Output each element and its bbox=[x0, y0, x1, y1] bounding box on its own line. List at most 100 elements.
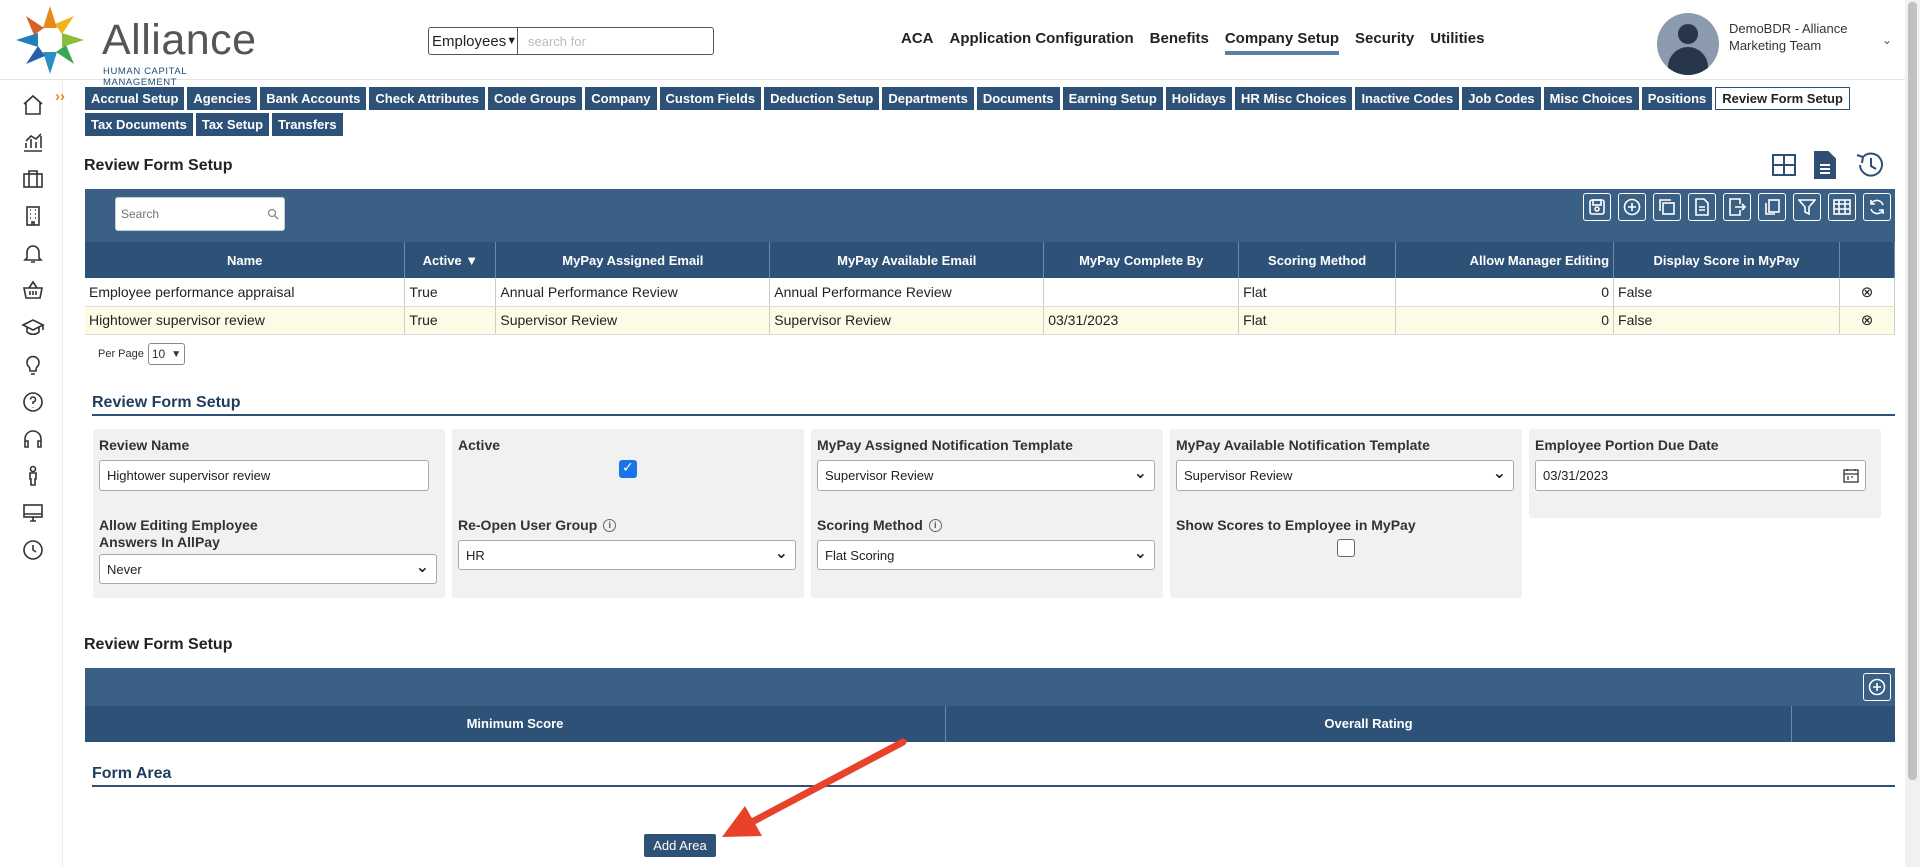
search-input[interactable] bbox=[518, 27, 714, 55]
tab-transfers[interactable]: Transfers bbox=[272, 113, 343, 136]
refresh-button[interactable] bbox=[1863, 193, 1891, 221]
scrollbar-thumb[interactable] bbox=[1908, 2, 1917, 780]
add-button[interactable] bbox=[1618, 193, 1646, 221]
monitor-icon[interactable] bbox=[20, 500, 46, 526]
cell-scoring-method: Flat bbox=[1238, 306, 1397, 335]
info-icon[interactable]: i bbox=[603, 519, 617, 532]
vertical-scrollbar[interactable] bbox=[1905, 0, 1920, 867]
nav-security[interactable]: Security bbox=[1355, 30, 1414, 55]
col-available-email[interactable]: MyPay Available Email bbox=[769, 242, 1045, 278]
nav-company-setup[interactable]: Company Setup bbox=[1224, 30, 1340, 55]
col-assigned-email[interactable]: MyPay Assigned Email bbox=[495, 242, 771, 278]
tab-misc-choices[interactable]: Misc Choices bbox=[1543, 87, 1639, 110]
col-minimum-score[interactable]: Minimum Score bbox=[85, 706, 946, 742]
delete-row-icon[interactable]: ⊗ bbox=[1839, 278, 1896, 307]
info-icon[interactable]: i bbox=[928, 519, 942, 532]
document-view-icon[interactable] bbox=[1814, 151, 1836, 179]
person-icon[interactable] bbox=[20, 463, 46, 489]
delete-row-icon[interactable]: ⊗ bbox=[1839, 306, 1896, 335]
nav-benefits[interactable]: Benefits bbox=[1150, 30, 1209, 55]
col-overall-rating[interactable]: Overall Rating bbox=[946, 706, 1792, 742]
copy-button[interactable] bbox=[1653, 193, 1681, 221]
tab-documents[interactable]: Documents bbox=[976, 87, 1060, 110]
review-name-input[interactable]: Hightower supervisor review bbox=[99, 460, 429, 491]
col-scoring-method[interactable]: Scoring Method bbox=[1238, 242, 1397, 278]
col-display-score[interactable]: Display Score in MyPay bbox=[1613, 242, 1840, 278]
document-button[interactable] bbox=[1688, 193, 1716, 221]
col-name[interactable]: Name bbox=[85, 242, 406, 278]
tab-holidays[interactable]: Holidays bbox=[1165, 87, 1232, 110]
lightbulb-icon[interactable] bbox=[20, 352, 46, 378]
show-scores-checkbox[interactable] bbox=[1337, 539, 1355, 557]
grid-view-icon[interactable] bbox=[1772, 154, 1796, 176]
user-menu[interactable]: DemoBDR - Alliance Marketing Team ⌄ bbox=[1657, 13, 1897, 75]
tab-agencies[interactable]: Agencies bbox=[187, 87, 258, 110]
add-area-button[interactable]: Add Area bbox=[644, 834, 716, 857]
filter-icon bbox=[1798, 199, 1816, 216]
tab-tax-setup[interactable]: Tax Setup bbox=[195, 113, 270, 136]
scoring-method-select[interactable]: Flat Scoring bbox=[817, 540, 1155, 570]
tab-inactive-codes[interactable]: Inactive Codes bbox=[1355, 87, 1460, 110]
tab-deduction-setup[interactable]: Deduction Setup bbox=[764, 87, 880, 110]
logo-star-icon bbox=[16, 6, 84, 74]
save-button[interactable] bbox=[1583, 193, 1611, 221]
search-scope-select[interactable]: Employees ▼ bbox=[428, 27, 518, 55]
left-sidebar: ›› bbox=[0, 80, 65, 867]
due-date-input[interactable]: 03/31/2023 bbox=[1535, 460, 1866, 491]
cell-assigned-email: Annual Performance Review bbox=[495, 278, 771, 307]
review-name-field: Review Name Hightower supervisor review bbox=[93, 429, 445, 518]
chevron-down-icon[interactable]: ⌄ bbox=[1882, 33, 1892, 47]
clock-icon[interactable] bbox=[20, 537, 46, 563]
search-scope-value: Employees bbox=[432, 32, 507, 50]
graduation-cap-icon[interactable] bbox=[20, 315, 46, 341]
tab-hr-misc-choices[interactable]: HR Misc Choices bbox=[1234, 87, 1353, 110]
table-row[interactable]: Hightower supervisor review True Supervi… bbox=[85, 306, 1896, 335]
top-header: Alliance HUMAN CAPITAL MANAGEMENT Employ… bbox=[0, 0, 1905, 88]
col-active[interactable]: Active ▼ bbox=[404, 242, 497, 278]
building-icon[interactable] bbox=[20, 203, 46, 229]
analytics-icon[interactable] bbox=[20, 129, 46, 155]
history-icon[interactable] bbox=[1854, 150, 1886, 180]
per-page-select[interactable]: 10 ▼ bbox=[147, 343, 186, 365]
scoring-method-label: Scoring Method bbox=[817, 517, 923, 533]
expand-sidebar-icon[interactable]: ›› bbox=[55, 88, 65, 105]
reopen-group-select[interactable]: HR bbox=[458, 540, 796, 570]
tab-positions[interactable]: Positions bbox=[1641, 87, 1713, 110]
tab-check-attributes[interactable]: Check Attributes bbox=[369, 87, 485, 110]
available-template-select[interactable]: Supervisor Review bbox=[1176, 460, 1514, 491]
duplicate-button[interactable] bbox=[1758, 193, 1786, 221]
basket-icon[interactable] bbox=[20, 277, 46, 303]
filter-button[interactable] bbox=[1793, 193, 1821, 221]
tab-departments[interactable]: Departments bbox=[882, 87, 974, 110]
bell-icon[interactable] bbox=[20, 240, 46, 266]
add-score-button[interactable] bbox=[1863, 673, 1891, 701]
tab-bank-accounts[interactable]: Bank Accounts bbox=[260, 87, 367, 110]
tab-job-codes[interactable]: Job Codes bbox=[1462, 87, 1541, 110]
tab-earning-setup[interactable]: Earning Setup bbox=[1062, 87, 1163, 110]
col-complete-by[interactable]: MyPay Complete By bbox=[1043, 242, 1240, 278]
tab-tax-documents[interactable]: Tax Documents bbox=[85, 113, 193, 136]
tab-custom-fields[interactable]: Custom Fields bbox=[659, 87, 762, 110]
columns-button[interactable] bbox=[1828, 193, 1856, 221]
nav-aca[interactable]: ACA bbox=[901, 30, 934, 55]
tab-review-form-setup[interactable]: Review Form Setup bbox=[1715, 87, 1850, 110]
tab-code-groups[interactable]: Code Groups bbox=[487, 87, 583, 110]
assigned-template-select[interactable]: Supervisor Review bbox=[817, 460, 1155, 491]
cell-display-score: False bbox=[1613, 278, 1840, 307]
briefcase-icon[interactable] bbox=[20, 166, 46, 192]
home-icon[interactable] bbox=[20, 92, 46, 118]
col-allow-manager-editing[interactable]: Allow Manager Editing bbox=[1395, 242, 1615, 278]
table-row[interactable]: Employee performance appraisal True Annu… bbox=[85, 278, 1896, 307]
headset-icon[interactable] bbox=[20, 426, 46, 452]
tab-accrual-setup[interactable]: Accrual Setup bbox=[85, 87, 185, 110]
tab-company[interactable]: Company bbox=[585, 87, 657, 110]
active-checkbox[interactable] bbox=[619, 459, 637, 478]
help-icon[interactable] bbox=[20, 389, 46, 415]
export-button[interactable] bbox=[1723, 193, 1751, 221]
nav-utilities[interactable]: Utilities bbox=[1430, 30, 1484, 55]
nav-application-configuration[interactable]: Application Configuration bbox=[950, 30, 1134, 55]
alliance-logo[interactable]: Alliance HUMAN CAPITAL MANAGEMENT bbox=[10, 2, 256, 88]
calendar-icon[interactable] bbox=[1843, 468, 1859, 483]
allow-edit-select[interactable]: Never bbox=[99, 554, 437, 584]
grid-search-input[interactable] bbox=[115, 197, 285, 231]
